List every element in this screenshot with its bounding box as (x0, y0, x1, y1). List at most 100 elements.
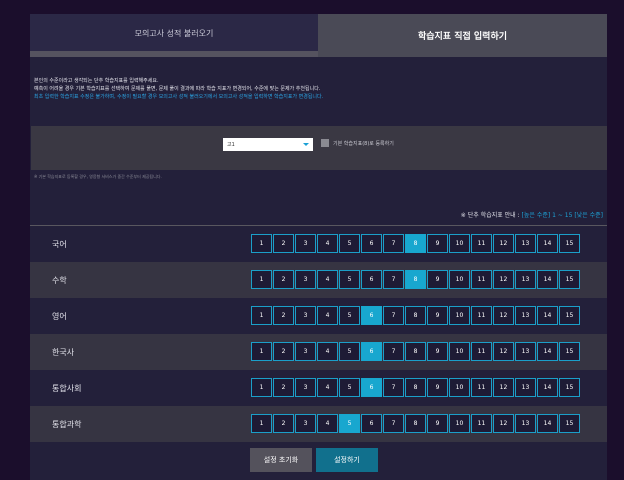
level-cell[interactable]: 8 (405, 270, 426, 289)
level-cell[interactable]: 7 (383, 378, 404, 397)
level-cell[interactable]: 5 (339, 306, 360, 325)
level-cell[interactable]: 14 (537, 234, 558, 253)
level-cell[interactable]: 1 (251, 414, 272, 433)
level-cell[interactable]: 4 (317, 342, 338, 361)
level-cell[interactable]: 3 (295, 414, 316, 433)
level-cell[interactable]: 15 (559, 414, 580, 433)
level-cell[interactable]: 15 (559, 306, 580, 325)
level-cell[interactable]: 10 (449, 378, 470, 397)
level-cell[interactable]: 2 (273, 378, 294, 397)
reset-button[interactable]: 설정 초기화 (250, 448, 312, 472)
level-cell[interactable]: 14 (537, 342, 558, 361)
level-cell[interactable]: 13 (515, 306, 536, 325)
level-cell[interactable]: 6 (361, 234, 382, 253)
default-level-checkbox[interactable] (321, 139, 329, 147)
level-cell[interactable]: 4 (317, 234, 338, 253)
level-cell[interactable]: 2 (273, 270, 294, 289)
level-cell[interactable]: 6 (361, 414, 382, 433)
level-cell[interactable]: 12 (493, 234, 514, 253)
level-cell[interactable]: 5 (339, 270, 360, 289)
level-cell[interactable]: 9 (427, 234, 448, 253)
level-cell[interactable]: 4 (317, 414, 338, 433)
level-cell[interactable]: 14 (537, 306, 558, 325)
level-cell[interactable]: 2 (273, 342, 294, 361)
level-cell[interactable]: 8 (405, 306, 426, 325)
level-cell[interactable]: 15 (559, 270, 580, 289)
level-cell[interactable]: 9 (427, 306, 448, 325)
level-cell[interactable]: 6 (361, 378, 382, 397)
level-cell[interactable]: 11 (471, 306, 492, 325)
tab-direct-input[interactable]: 학습지표 직접 입력하기 (318, 14, 607, 57)
level-cell[interactable]: 15 (559, 234, 580, 253)
level-cell[interactable]: 3 (295, 306, 316, 325)
level-cell[interactable]: 1 (251, 378, 272, 397)
level-cell[interactable]: 4 (317, 306, 338, 325)
level-cell[interactable]: 2 (273, 234, 294, 253)
level-cell[interactable]: 5 (339, 342, 360, 361)
level-cell[interactable]: 11 (471, 342, 492, 361)
level-cell[interactable]: 9 (427, 414, 448, 433)
level-cell[interactable]: 1 (251, 270, 272, 289)
level-cell[interactable]: 1 (251, 234, 272, 253)
level-cell[interactable]: 7 (383, 270, 404, 289)
level-cell[interactable]: 15 (559, 342, 580, 361)
level-cell[interactable]: 5 (339, 378, 360, 397)
grade-select[interactable]: 고1 (223, 138, 313, 151)
level-cell[interactable]: 9 (427, 270, 448, 289)
level-cell[interactable]: 8 (405, 414, 426, 433)
level-cell[interactable]: 8 (405, 234, 426, 253)
level-cell[interactable]: 12 (493, 306, 514, 325)
level-cell[interactable]: 8 (405, 342, 426, 361)
level-cell[interactable]: 7 (383, 342, 404, 361)
level-cell[interactable]: 1 (251, 306, 272, 325)
level-cell[interactable]: 11 (471, 270, 492, 289)
level-cell[interactable]: 7 (383, 234, 404, 253)
level-cell[interactable]: 4 (317, 270, 338, 289)
level-selector: 1 2 3 4 5 6 7 8 9 10 11 12 13 14 15 (251, 270, 581, 289)
level-cell[interactable]: 12 (493, 414, 514, 433)
level-cell[interactable]: 3 (295, 234, 316, 253)
level-cell[interactable]: 14 (537, 270, 558, 289)
level-cell[interactable]: 2 (273, 414, 294, 433)
submit-button[interactable]: 설정하기 (316, 448, 378, 472)
level-cell[interactable]: 7 (383, 306, 404, 325)
level-cell[interactable]: 13 (515, 378, 536, 397)
level-cell[interactable]: 6 (361, 306, 382, 325)
level-cell[interactable]: 1 (251, 342, 272, 361)
subject-name: 국어 (52, 239, 67, 249)
level-cell[interactable]: 11 (471, 234, 492, 253)
level-cell[interactable]: 5 (339, 234, 360, 253)
level-cell[interactable]: 3 (295, 270, 316, 289)
level-cell[interactable]: 14 (537, 414, 558, 433)
level-cell[interactable]: 6 (361, 270, 382, 289)
default-level-checkbox-label[interactable]: 기본 학습지표(8)로 등록하기 (333, 140, 394, 147)
level-cell[interactable]: 10 (449, 342, 470, 361)
level-cell[interactable]: 13 (515, 342, 536, 361)
level-cell[interactable]: 9 (427, 378, 448, 397)
tab-load-mock-exam[interactable]: 모의고사 성적 불러오기 (30, 14, 318, 57)
level-cell[interactable]: 9 (427, 342, 448, 361)
level-cell[interactable]: 14 (537, 378, 558, 397)
level-cell[interactable]: 12 (493, 378, 514, 397)
level-cell[interactable]: 8 (405, 378, 426, 397)
level-cell[interactable]: 10 (449, 414, 470, 433)
level-cell[interactable]: 10 (449, 234, 470, 253)
level-cell[interactable]: 15 (559, 378, 580, 397)
level-cell[interactable]: 4 (317, 378, 338, 397)
level-cell[interactable]: 7 (383, 414, 404, 433)
level-cell[interactable]: 5 (339, 414, 360, 433)
level-cell[interactable]: 11 (471, 378, 492, 397)
level-cell[interactable]: 3 (295, 378, 316, 397)
level-cell[interactable]: 2 (273, 306, 294, 325)
level-cell[interactable]: 13 (515, 414, 536, 433)
level-cell[interactable]: 10 (449, 306, 470, 325)
level-cell[interactable]: 12 (493, 270, 514, 289)
level-cell[interactable]: 13 (515, 270, 536, 289)
level-cell[interactable]: 3 (295, 342, 316, 361)
level-cell[interactable]: 12 (493, 342, 514, 361)
level-cell[interactable]: 11 (471, 414, 492, 433)
level-cell[interactable]: 10 (449, 270, 470, 289)
subject-row: 한국사 1 2 3 4 5 6 7 8 9 10 11 12 13 14 15 (30, 334, 607, 370)
level-cell[interactable]: 6 (361, 342, 382, 361)
level-cell[interactable]: 13 (515, 234, 536, 253)
